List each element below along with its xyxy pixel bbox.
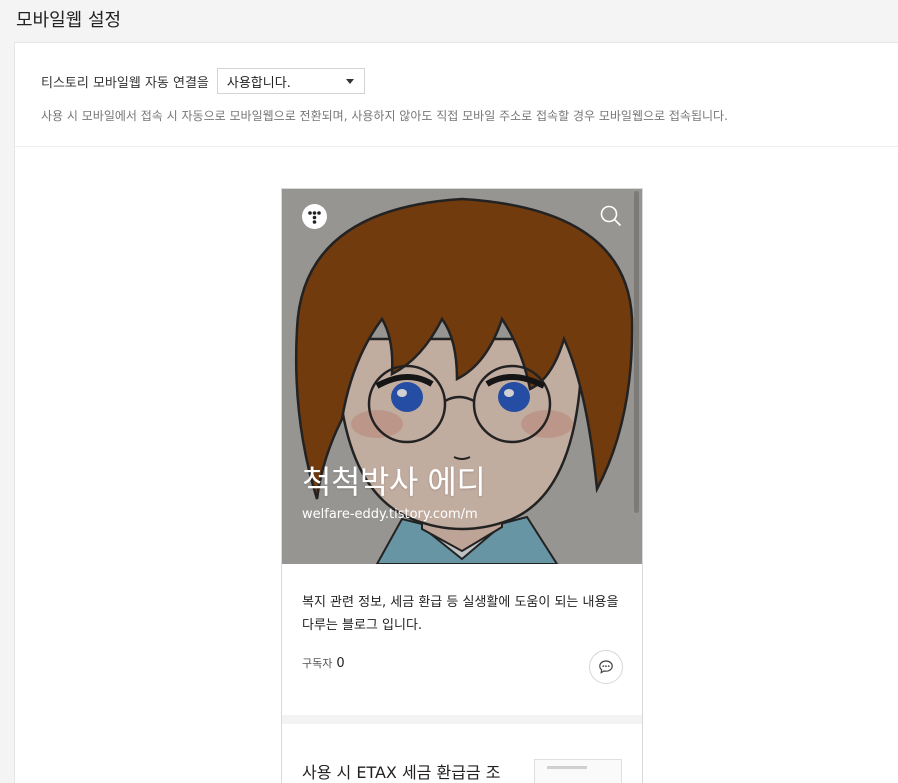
comment-icon	[599, 660, 613, 674]
caret-down-icon	[345, 79, 354, 84]
setting-description: 사용 시 모바일에서 접속 시 자동으로 모바일웹으로 전환되며, 사용하지 않…	[41, 109, 728, 123]
blog-introduction: 복지 관련 정보, 세금 환급 등 실생활에 도움이 되는 내용을 다루는 블로…	[302, 595, 619, 633]
post-thumbnail[interactable]	[534, 759, 622, 783]
mobile-auto-connect-select[interactable]: 사용합니다.	[216, 68, 365, 94]
mobile-auto-connect-label: 티스토리 모바일웹 자동 연결을	[41, 75, 209, 91]
mobile-preview: 척척박사 에디 welfare-eddy.tistory.com/m 복지 관련…	[281, 188, 643, 783]
blog-url: welfare-eddy.tistory.com/m	[302, 507, 478, 522]
blog-title: 척척박사 에디	[302, 463, 486, 501]
divider	[15, 146, 898, 147]
subscriber-count: 0	[336, 656, 345, 671]
section-gap	[282, 715, 642, 724]
scrollbar-thumb[interactable]	[634, 191, 639, 513]
select-value: 사용합니다.	[226, 75, 291, 91]
tistory-logo-icon[interactable]	[302, 204, 327, 229]
page-title: 모바일웹 설정	[16, 10, 122, 31]
subscriber-label: 구독자	[302, 657, 333, 670]
blog-cover: 척척박사 에디 welfare-eddy.tistory.com/m	[282, 189, 642, 564]
comment-button[interactable]	[589, 650, 623, 684]
subscriber-info: 구독자 0	[302, 655, 345, 671]
post-title[interactable]: 사용 시 ETAX 세금 환급금 조	[302, 759, 500, 783]
mobile-auto-connect-row: 티스토리 모바일웹 자동 연결을 사용합니다.	[41, 68, 365, 94]
search-icon[interactable]	[600, 205, 622, 227]
settings-panel: 티스토리 모바일웹 자동 연결을 사용합니다. 사용 시 모바일에서 접속 시 …	[14, 42, 898, 783]
